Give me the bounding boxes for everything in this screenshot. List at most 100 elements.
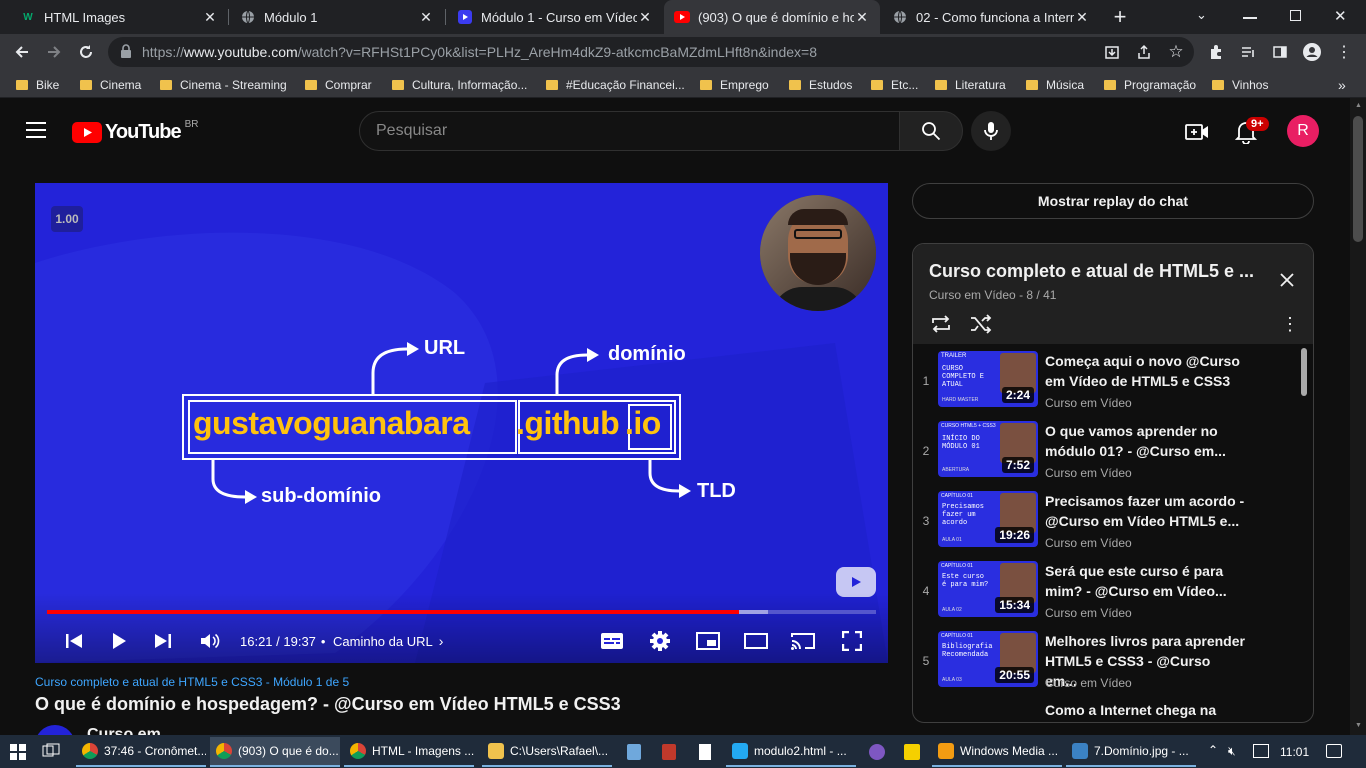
- theater-mode-icon[interactable]: [743, 629, 769, 653]
- loop-icon[interactable]: [929, 314, 953, 339]
- chrome-menu-icon[interactable]: ⋮: [1332, 40, 1356, 64]
- show-chat-replay-button[interactable]: Mostrar replay do chat: [912, 183, 1314, 219]
- playlist-item-title[interactable]: Será que este curso é para mim? - @Curso…: [1045, 561, 1245, 601]
- playlist-item[interactable]: 3 CAPÍTULO 01 Precisamos fazer um acordo…: [913, 488, 1303, 558]
- reload-icon[interactable]: [74, 40, 98, 64]
- side-panel-icon[interactable]: [1268, 40, 1292, 64]
- windows-start-icon[interactable]: [10, 744, 26, 765]
- tray-chevron-icon[interactable]: ⌃: [1208, 743, 1218, 757]
- taskbar-item-chrome-html[interactable]: HTML - Imagens ...: [344, 737, 474, 767]
- tab-curso-em-video[interactable]: Módulo 1 - Curso em Vídeo ✕: [447, 0, 663, 34]
- bookmark-folder[interactable]: Bike: [16, 76, 59, 94]
- scroll-up-icon[interactable]: ▲: [1355, 102, 1362, 109]
- sticky-notes-icon[interactable]: [904, 744, 920, 760]
- taskbar-item-vscode[interactable]: modulo2.html - ...: [726, 737, 856, 767]
- close-playlist-icon[interactable]: [1279, 272, 1295, 293]
- playlist-item-title[interactable]: Começa aqui o novo @Curso em Vídeo de HT…: [1045, 351, 1245, 391]
- close-icon[interactable]: ✕: [1074, 9, 1090, 26]
- share-icon[interactable]: [1132, 40, 1156, 64]
- bookmark-folder[interactable]: Literatura: [935, 76, 1006, 94]
- tab-html-images[interactable]: W HTML Images ✕: [10, 0, 228, 34]
- new-tab-button[interactable]: +: [1108, 4, 1132, 29]
- taskbar-item-media-player[interactable]: Windows Media ...: [932, 737, 1062, 767]
- search-input[interactable]: Pesquisar: [359, 111, 900, 151]
- bookmark-folder[interactable]: Cultura, Informação...: [392, 76, 527, 94]
- playlist-item-thumbnail[interactable]: CURSO HTML5 + CSS3 INÍCIO DO MÓDULO 01 A…: [938, 421, 1038, 477]
- volume-icon[interactable]: [199, 629, 221, 653]
- voice-search-button[interactable]: [971, 111, 1011, 151]
- playlist-item[interactable]: 2 CURSO HTML5 + CSS3 INÍCIO DO MÓDULO 01…: [913, 418, 1303, 488]
- playlist-scrollbar-thumb[interactable]: [1301, 348, 1307, 396]
- notepad-icon[interactable]: [627, 744, 641, 760]
- extensions-icon[interactable]: [1204, 40, 1228, 64]
- github-icon[interactable]: [869, 744, 885, 760]
- hamburger-menu-icon[interactable]: [26, 122, 46, 138]
- bookmark-star-icon[interactable]: ☆: [1164, 40, 1188, 64]
- bookmarks-overflow-button[interactable]: »: [1338, 76, 1346, 94]
- taskbar-item-photos[interactable]: 7.Domínio.jpg - ...: [1066, 737, 1196, 767]
- cast-icon[interactable]: [790, 629, 816, 653]
- window-close-icon[interactable]: ✕: [1334, 7, 1347, 25]
- progress-bar[interactable]: [47, 610, 876, 614]
- taskbar-item-chrome-youtube[interactable]: (903) O que é do...: [210, 737, 340, 767]
- shuffle-icon[interactable]: [969, 314, 993, 339]
- bookmark-folder[interactable]: Música: [1026, 76, 1084, 94]
- playlist-item-title-partial[interactable]: Como a Internet chega na: [1045, 702, 1216, 718]
- playlist-channel[interactable]: Curso em Vídeo: [929, 288, 1016, 302]
- play-icon[interactable]: [108, 629, 130, 653]
- notification-center-icon[interactable]: [1326, 744, 1342, 758]
- settings-gear-icon[interactable]: [647, 629, 673, 653]
- restore-icon[interactable]: [1290, 10, 1301, 21]
- next-icon[interactable]: [152, 629, 174, 653]
- miniplayer-icon[interactable]: [695, 629, 721, 653]
- page-scrollbar[interactable]: ▲ ▼: [1350, 98, 1366, 735]
- youtube-logo[interactable]: YouTube BR: [72, 119, 198, 144]
- back-icon[interactable]: [10, 40, 34, 64]
- tab-como-funciona[interactable]: 02 - Como funciona a Interne ✕: [882, 0, 1100, 34]
- bookmark-folder[interactable]: Emprego: [700, 76, 769, 94]
- page-scrollbar-thumb[interactable]: [1353, 116, 1363, 242]
- channel-name[interactable]: Curso em: [87, 727, 161, 735]
- playlist-item[interactable]: 1 TRAILER CURSO COMPLETO E ATUAL HARD MA…: [913, 348, 1303, 418]
- playlist-item-thumbnail[interactable]: CAPÍTULO 01 Bibliografia Recomendada AUL…: [938, 631, 1038, 687]
- bookmark-folder[interactable]: Cinema - Streaming: [160, 76, 287, 94]
- profile-icon[interactable]: [1300, 40, 1324, 64]
- bookmark-folder[interactable]: Comprar: [305, 76, 372, 94]
- close-icon[interactable]: ✕: [854, 9, 870, 26]
- playlist-menu-icon[interactable]: ⋮: [1281, 314, 1299, 335]
- volume-muted-icon[interactable]: 🔇︎: [1228, 744, 1236, 759]
- bookmark-folder[interactable]: Cinema: [80, 76, 141, 94]
- task-view-icon[interactable]: [42, 743, 60, 764]
- paint-icon[interactable]: [662, 744, 676, 760]
- subtitles-icon[interactable]: [599, 629, 625, 653]
- bookmark-folder[interactable]: #Educação Financei...: [546, 76, 685, 94]
- search-button[interactable]: [899, 111, 963, 151]
- playlist-item-thumbnail[interactable]: CAPÍTULO 01 Este curso é para mim? AULA …: [938, 561, 1038, 617]
- taskbar-item-explorer[interactable]: C:\Users\Rafael\...: [482, 737, 612, 767]
- previous-icon[interactable]: [63, 629, 85, 653]
- tab-modulo-1[interactable]: Módulo 1 ✕: [230, 0, 444, 34]
- playlist-item-thumbnail[interactable]: CAPÍTULO 01 Precisamos fazer um acordo A…: [938, 491, 1038, 547]
- playlist-item-thumbnail[interactable]: TRAILER CURSO COMPLETO E ATUAL HARD MAST…: [938, 351, 1038, 407]
- scroll-down-icon[interactable]: ▼: [1355, 722, 1362, 729]
- minimize-icon[interactable]: [1243, 17, 1257, 19]
- create-video-icon[interactable]: [1185, 120, 1209, 149]
- playlist-item-title[interactable]: Precisamos fazer um acordo - @Curso em V…: [1045, 491, 1245, 531]
- bookmark-folder[interactable]: Programação: [1104, 76, 1196, 94]
- bookmark-folder[interactable]: Estudos: [789, 76, 852, 94]
- close-icon[interactable]: ✕: [418, 9, 434, 26]
- playlist-item[interactable]: 5 CAPÍTULO 01 Bibliografia Recomendada A…: [913, 628, 1303, 698]
- playlist-title[interactable]: Curso completo e atual de HTML5 e ...: [929, 261, 1259, 282]
- media-queue-icon[interactable]: [1236, 40, 1260, 64]
- fullscreen-icon[interactable]: [839, 629, 865, 653]
- chapter-button[interactable]: Caminho da URL ›: [333, 629, 443, 653]
- forward-icon[interactable]: [42, 40, 66, 64]
- keyboard-icon[interactable]: [1253, 744, 1269, 758]
- user-avatar[interactable]: R: [1287, 115, 1319, 147]
- bookmark-folder[interactable]: Vinhos: [1212, 76, 1268, 94]
- playlist-course-link[interactable]: Curso completo e atual de HTML5 e CSS3 -…: [35, 675, 349, 689]
- install-icon[interactable]: [1100, 40, 1124, 64]
- tab-youtube-active[interactable]: (903) O que é domínio e hos ✕: [664, 0, 880, 34]
- playlist-item-title[interactable]: O que vamos aprender no módulo 01? - @Cu…: [1045, 421, 1245, 461]
- bookmark-folder[interactable]: Etc...: [871, 76, 918, 94]
